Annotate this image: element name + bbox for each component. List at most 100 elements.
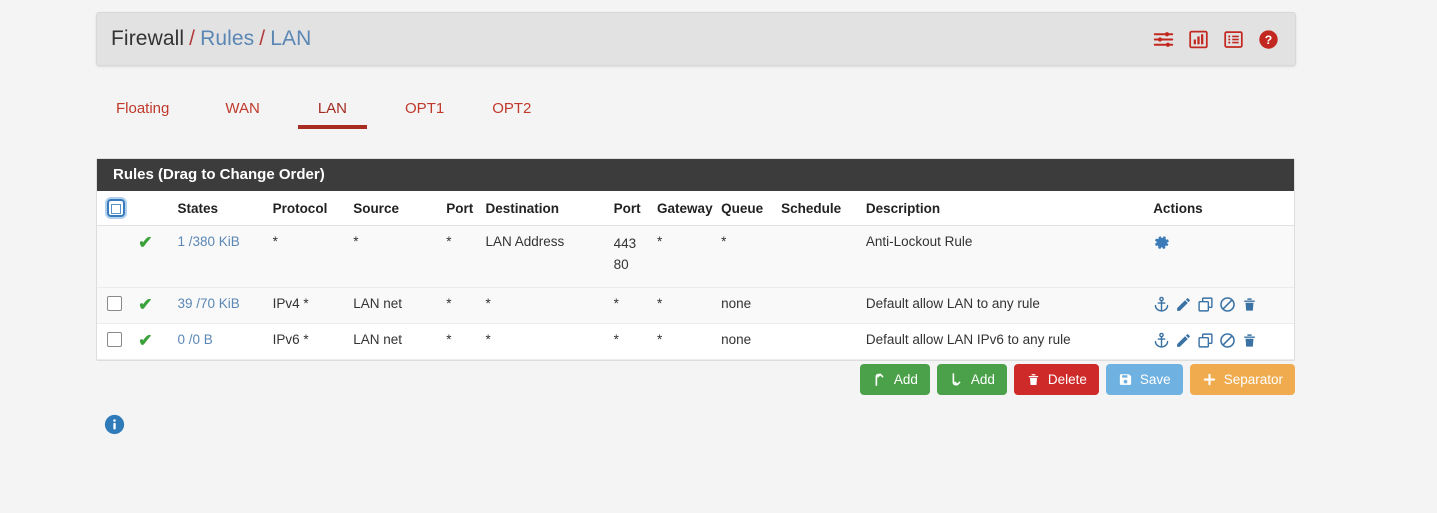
row-description-cell: Anti-Lockout Rule	[861, 225, 1150, 288]
row-destination-port-cell: 443 80	[609, 225, 654, 288]
row-select-cell	[97, 225, 135, 288]
row-actions-cell	[1149, 225, 1294, 288]
rules-action-bar: Add Add Delete Save Separator	[96, 364, 1295, 395]
help-circle-icon[interactable]: ?	[1258, 29, 1279, 50]
row-checkbox[interactable]	[107, 296, 122, 311]
copy-icon[interactable]	[1197, 296, 1214, 313]
arrow-up-icon	[875, 373, 884, 386]
row-states-cell: 1 /380 KiB	[173, 225, 269, 288]
save-icon	[1119, 374, 1132, 385]
tab-floating[interactable]: Floating	[114, 92, 171, 129]
separator-label: Separator	[1223, 372, 1283, 387]
header-schedule: Schedule	[777, 191, 862, 226]
breadcrumb-lan-link[interactable]: LAN	[270, 27, 311, 50]
separator-button[interactable]: Separator	[1189, 364, 1295, 395]
row-destination-port-cell: *	[609, 287, 654, 324]
header-source: Source	[349, 191, 443, 226]
trash-icon[interactable]	[1241, 332, 1258, 349]
header-source-port: Port	[442, 191, 482, 226]
status-pass-icon: ✔	[138, 295, 153, 314]
row-destination-cell: *	[481, 323, 610, 360]
row-gateway-cell: *	[653, 287, 718, 324]
header-protocol: Protocol	[268, 191, 350, 226]
dest-port-secondary: 80	[613, 256, 629, 272]
row-schedule-cell	[777, 287, 862, 324]
copy-icon[interactable]	[1197, 332, 1214, 349]
breadcrumb-root: Firewall	[111, 27, 185, 50]
info-circle-icon[interactable]	[104, 414, 125, 435]
tab-wan-label: WAN	[225, 100, 260, 117]
row-description-cell: Default allow LAN IPv6 to any rule	[861, 323, 1150, 360]
row-source-port-cell: *	[442, 225, 482, 288]
anchor-icon[interactable]	[1153, 296, 1170, 313]
svg-text:?: ?	[1265, 32, 1272, 46]
row-checkbox[interactable]	[107, 332, 122, 347]
table-header-row: States Protocol Source Port Destination …	[97, 191, 1294, 226]
save-button[interactable]: Save	[1105, 364, 1183, 395]
tab-opt1-label: OPT1	[405, 100, 445, 117]
header-icon-group: ?	[1153, 29, 1279, 50]
pencil-icon[interactable]	[1175, 296, 1192, 313]
row-states-cell: 39 /70 KiB	[173, 287, 269, 324]
plus-icon	[1203, 373, 1215, 386]
add-rule-up-button[interactable]: Add	[859, 364, 930, 395]
header-states: States	[173, 191, 269, 226]
row-schedule-cell	[777, 225, 862, 288]
table-row[interactable]: ✔ 39 /70 KiB IPv4 * LAN net * * * * none…	[97, 287, 1294, 324]
table-row[interactable]: ✔ 0 /0 B IPv6 * LAN net * * * * none Def…	[97, 323, 1294, 360]
row-gateway-cell: *	[653, 323, 718, 360]
row-source-port-cell: *	[442, 287, 482, 324]
tab-opt2[interactable]: OPT2	[490, 92, 533, 129]
sliders-icon[interactable]	[1153, 29, 1174, 50]
trash-icon	[1028, 374, 1039, 385]
states-link[interactable]: 1 /380 KiB	[177, 234, 239, 249]
add-rule-down-button[interactable]: Add	[936, 364, 1007, 395]
list-icon[interactable]	[1223, 29, 1244, 50]
row-action-group	[1153, 332, 1290, 349]
row-protocol-cell: *	[268, 225, 350, 288]
chart-bar-icon[interactable]	[1188, 29, 1209, 50]
tab-wan[interactable]: WAN	[223, 92, 261, 129]
tab-opt1[interactable]: OPT1	[403, 92, 446, 129]
header-select-all-cell	[97, 191, 135, 226]
delete-button[interactable]: Delete	[1013, 364, 1099, 395]
row-action-group	[1153, 234, 1290, 252]
states-link[interactable]: 39 /70 KiB	[177, 296, 239, 311]
rules-table-body: ✔ 1 /380 KiB * * * LAN Address 443 80 * …	[97, 225, 1294, 360]
select-all-checkbox[interactable]	[107, 199, 125, 217]
legend-info-wrap	[104, 414, 125, 435]
ban-icon[interactable]	[1219, 332, 1236, 349]
row-states-cell: 0 /0 B	[173, 323, 269, 360]
status-pass-icon: ✔	[138, 331, 153, 350]
arrow-down-icon	[952, 373, 961, 386]
add-rule-down-label: Add	[970, 372, 995, 387]
tab-opt2-label: OPT2	[492, 100, 532, 117]
tab-floating-label: Floating	[116, 100, 170, 117]
row-source-cell: LAN net	[349, 323, 443, 360]
header-destination: Destination	[481, 191, 610, 226]
dest-port-primary: 443	[613, 236, 637, 251]
ban-icon[interactable]	[1219, 296, 1236, 313]
row-select-cell	[97, 287, 135, 324]
gear-icon[interactable]	[1153, 234, 1171, 252]
breadcrumb-rules-link[interactable]: Rules	[200, 27, 254, 50]
row-action-group	[1153, 296, 1290, 313]
trash-icon[interactable]	[1241, 296, 1258, 313]
row-source-cell: LAN net	[349, 287, 443, 324]
row-status-cell: ✔	[134, 287, 174, 324]
breadcrumb-separator-2: /	[259, 27, 266, 50]
pencil-icon[interactable]	[1175, 332, 1192, 349]
status-pass-icon: ✔	[138, 233, 153, 252]
row-protocol-cell: IPv4 *	[268, 287, 350, 324]
states-link[interactable]: 0 /0 B	[177, 332, 212, 347]
header-actions: Actions	[1149, 191, 1294, 226]
anchor-icon[interactable]	[1153, 332, 1170, 349]
header-description: Description	[861, 191, 1150, 226]
row-queue-cell: none	[717, 323, 778, 360]
row-destination-port-cell: *	[609, 323, 654, 360]
row-destination-cell: LAN Address	[481, 225, 610, 288]
header-status	[134, 191, 174, 226]
tab-lan[interactable]: LAN	[297, 92, 368, 129]
table-row[interactable]: ✔ 1 /380 KiB * * * LAN Address 443 80 * …	[97, 225, 1294, 288]
breadcrumb: Firewall / Rules / LAN	[111, 27, 311, 51]
